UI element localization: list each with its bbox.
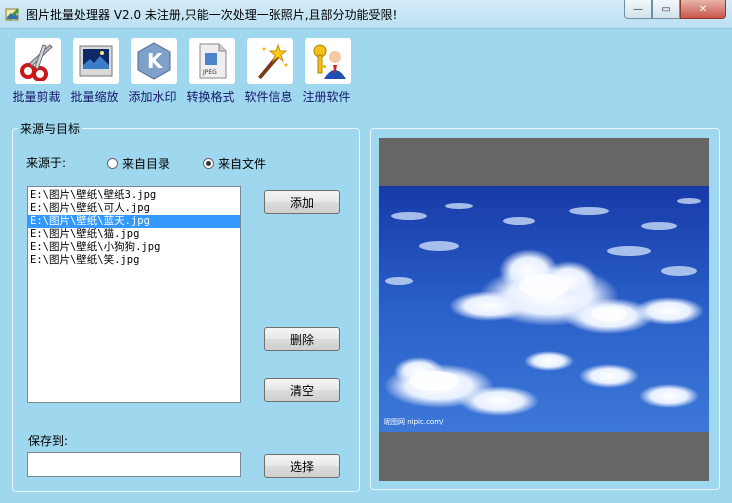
register-tool-label: 注册软件: [302, 90, 351, 104]
list-item[interactable]: E:\图片\壁纸\猫.jpg: [28, 228, 240, 241]
save-to-label: 保存到:: [28, 434, 69, 448]
save-path-input[interactable]: [27, 452, 241, 477]
watermark-icon: K: [131, 38, 177, 84]
list-item[interactable]: E:\图片\壁纸\壁纸3.jpg: [28, 189, 240, 202]
clear-button[interactable]: 清空: [264, 378, 340, 402]
crop-tool-label: 批量剪裁: [12, 90, 61, 104]
convert-tool-label: 转换格式: [186, 90, 235, 104]
svg-text:K: K: [147, 49, 164, 73]
crop-tool-button[interactable]: 批量剪裁: [12, 38, 64, 105]
watermark-tool-button[interactable]: K 添加水印: [128, 38, 180, 105]
maximize-icon: ▭: [661, 3, 671, 15]
group-title: 来源与目标: [18, 120, 83, 137]
title-bar: 图片批量处理器 V2.0 未注册,只能一次处理一张照片,且部分功能受限! — ▭…: [0, 0, 732, 29]
preview-image: 昵图网 nipic.com/: [379, 186, 709, 432]
about-tool-button[interactable]: 软件信息: [244, 38, 296, 105]
window-title: 图片批量处理器 V2.0 未注册,只能一次处理一张照片,且部分功能受限!: [26, 8, 398, 22]
watermark-tool-label: 添加水印: [128, 90, 177, 104]
register-tool-button[interactable]: 注册软件: [302, 38, 354, 105]
from-directory-label: 来自目录: [122, 157, 171, 171]
from-file-radio[interactable]: 来自文件: [203, 155, 266, 172]
list-item[interactable]: E:\图片\壁纸\笑.jpg: [28, 254, 240, 267]
radio-unchecked-icon: [107, 158, 118, 169]
choose-button[interactable]: 选择: [264, 454, 340, 478]
scissors-icon: [15, 38, 61, 84]
about-tool-label: 软件信息: [244, 90, 293, 104]
list-item[interactable]: E:\图片\壁纸\可人.jpg: [28, 202, 240, 215]
picture-icon: [73, 38, 119, 84]
delete-button[interactable]: 删除: [264, 327, 340, 351]
close-button[interactable]: ✕: [680, 0, 726, 19]
maximize-button[interactable]: ▭: [652, 0, 680, 19]
from-file-label: 来自文件: [218, 157, 267, 171]
file-list[interactable]: E:\图片\壁纸\壁纸3.jpg E:\图片\壁纸\可人.jpg E:\图片\壁…: [27, 186, 241, 403]
minimize-icon: —: [633, 3, 643, 15]
svg-text:JPEG: JPEG: [202, 69, 217, 76]
key-user-icon: [305, 38, 351, 84]
app-icon: [5, 6, 21, 22]
resize-tool-label: 批量缩放: [70, 90, 119, 104]
source-label: 来源于:: [26, 156, 67, 170]
convert-tool-button[interactable]: JPEG 转换格式: [186, 38, 238, 105]
minimize-button[interactable]: —: [624, 0, 652, 19]
close-icon: ✕: [698, 3, 708, 15]
toolbar: 批量剪裁 批量缩放 K 添加水印 JPEG 转换格式 软件信息 注册软件: [12, 38, 354, 105]
watermark-text: 昵图网 nipic.com/: [384, 418, 444, 426]
list-item-selected[interactable]: E:\图片\壁纸\蓝天.jpg: [28, 215, 240, 228]
add-button[interactable]: 添加: [264, 190, 340, 214]
resize-tool-button[interactable]: 批量缩放: [70, 38, 122, 105]
list-item[interactable]: E:\图片\壁纸\小狗狗.jpg: [28, 241, 240, 254]
magic-wand-icon: [247, 38, 293, 84]
jpeg-file-icon: JPEG: [189, 38, 235, 84]
radio-checked-icon: [203, 158, 214, 169]
from-directory-radio[interactable]: 来自目录: [107, 155, 170, 172]
